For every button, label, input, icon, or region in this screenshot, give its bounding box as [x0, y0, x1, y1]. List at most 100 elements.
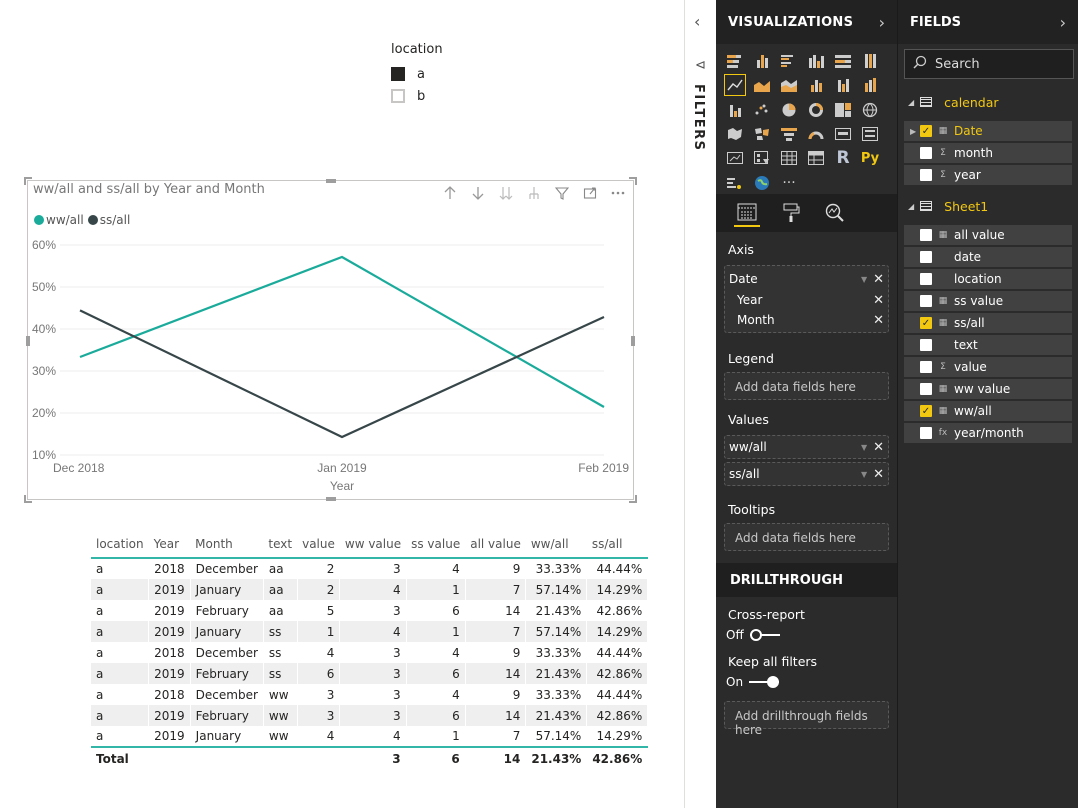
- ribbon-chart-icon[interactable]: [859, 74, 881, 96]
- line-and-clustered-column-chart-icon[interactable]: [832, 74, 854, 96]
- field-item-text[interactable]: text: [904, 335, 1072, 355]
- resize-handle-left[interactable]: [26, 336, 30, 346]
- format-paint-roller-icon[interactable]: [778, 199, 804, 227]
- dropdown-arrow-icon[interactable]: ▼: [861, 275, 867, 284]
- treemap-icon[interactable]: [832, 99, 854, 121]
- cross-report-toggle[interactable]: [749, 629, 780, 641]
- field-item-date[interactable]: date: [904, 247, 1072, 267]
- chevron-right-icon[interactable]: ›: [1060, 13, 1066, 32]
- expand-hierarchy-icon[interactable]: [525, 184, 543, 202]
- field-checkbox[interactable]: [920, 295, 932, 307]
- field-item-ww-value[interactable]: ▦ ww value: [904, 379, 1072, 399]
- drillthrough-well[interactable]: Add drillthrough fields here: [724, 701, 889, 737]
- field-checkbox[interactable]: [920, 427, 932, 439]
- more-visuals-icon[interactable]: ···: [778, 172, 800, 194]
- 100-stacked-column-chart-icon[interactable]: [859, 50, 881, 72]
- python-visual-icon[interactable]: Py: [859, 147, 881, 169]
- slicer-item-a[interactable]: a: [391, 63, 511, 85]
- column-header[interactable]: value: [297, 530, 340, 559]
- column-header[interactable]: text: [263, 530, 298, 559]
- legend-item-ss-all[interactable]: ss/all: [87, 213, 130, 227]
- slicer-checkbox-a[interactable]: [391, 67, 405, 81]
- field-checkbox[interactable]: [920, 273, 932, 285]
- table-node-sheet1[interactable]: ◢ Sheet1: [898, 195, 1078, 217]
- resize-handle-top[interactable]: [326, 179, 336, 183]
- key-influencers-icon[interactable]: [724, 172, 746, 194]
- field-item-month[interactable]: Σmonth: [904, 143, 1072, 163]
- values-field-pill[interactable]: ss/all ▼ ✕: [725, 463, 888, 485]
- multi-row-card-icon[interactable]: [859, 123, 881, 145]
- axis-well[interactable]: Date ▼ ✕ Year ✕ Month ✕: [724, 265, 889, 333]
- dropdown-arrow-icon[interactable]: ▼: [861, 443, 867, 452]
- column-header[interactable]: all value: [465, 530, 526, 559]
- 100-stacked-bar-chart-icon[interactable]: [832, 50, 854, 72]
- table-node-calendar[interactable]: ◢ calendar: [898, 91, 1078, 113]
- remove-field-close-icon[interactable]: ✕: [873, 293, 884, 308]
- resize-handle-bottom-right[interactable]: [629, 495, 637, 503]
- map-icon[interactable]: [859, 99, 881, 121]
- matrix-icon[interactable]: [805, 147, 827, 169]
- expand-all-icon[interactable]: [497, 184, 515, 202]
- funnel-chart-icon[interactable]: [778, 123, 800, 145]
- column-header[interactable]: ww/all: [525, 530, 587, 559]
- remove-field-close-icon[interactable]: ✕: [873, 440, 884, 455]
- field-checkbox[interactable]: ✓: [920, 317, 932, 329]
- line-and-stacked-column-chart-icon[interactable]: [805, 74, 827, 96]
- column-header[interactable]: Year: [148, 530, 191, 559]
- field-checkbox[interactable]: ✓: [920, 125, 932, 137]
- resize-handle-bottom[interactable]: [326, 497, 336, 501]
- more-options-icon[interactable]: [609, 184, 627, 202]
- field-item-value[interactable]: Σvalue: [904, 357, 1072, 377]
- clustered-column-chart-icon[interactable]: [805, 50, 827, 72]
- field-checkbox[interactable]: ✓: [920, 405, 932, 417]
- field-checkbox[interactable]: [920, 169, 932, 181]
- field-item-all-value[interactable]: ▦ all value: [904, 225, 1072, 245]
- collapse-triangle-icon[interactable]: ◢: [908, 98, 914, 107]
- axis-subfield-year[interactable]: Year ✕: [725, 290, 888, 310]
- scatter-chart-icon[interactable]: [751, 99, 773, 121]
- fields-tab-icon[interactable]: [734, 199, 760, 227]
- waterfall-chart-icon[interactable]: [724, 99, 746, 121]
- legend-item-ww-all[interactable]: ww/all: [34, 213, 84, 227]
- pie-chart-icon[interactable]: [778, 99, 800, 121]
- remove-field-close-icon[interactable]: ✕: [873, 272, 884, 287]
- field-checkbox[interactable]: [920, 339, 932, 351]
- resize-handle-top-right[interactable]: [629, 177, 637, 185]
- column-header[interactable]: ss/all: [586, 530, 648, 559]
- stacked-bar-chart-icon[interactable]: [724, 50, 746, 72]
- remove-field-close-icon[interactable]: ✕: [873, 313, 884, 328]
- field-checkbox[interactable]: [920, 251, 932, 263]
- values-field-pill[interactable]: ww/all ▼ ✕: [725, 436, 888, 458]
- drill-down-icon[interactable]: [469, 184, 487, 202]
- field-item-ww-all[interactable]: ✓ ▦ ww/all: [904, 401, 1072, 421]
- keep-all-filters-toggle[interactable]: [749, 676, 780, 688]
- expand-arrow-icon[interactable]: ▶: [910, 127, 920, 136]
- drill-up-icon[interactable]: [441, 184, 459, 202]
- fields-search-input[interactable]: Search: [904, 49, 1074, 79]
- field-item-ss-all[interactable]: ✓ ▦ ss/all: [904, 313, 1072, 333]
- values-well-item-ss-all[interactable]: ss/all ▼ ✕: [724, 462, 889, 486]
- donut-chart-icon[interactable]: [805, 99, 827, 121]
- chevron-right-icon[interactable]: ›: [879, 13, 885, 32]
- field-item-location[interactable]: location: [904, 269, 1072, 289]
- focus-mode-icon[interactable]: [581, 184, 599, 202]
- line-chart-visual[interactable]: 10% 20% 30% 40% 50% 60% Dec 2018 Jan 2019 Feb 20…: [24, 177, 637, 503]
- slicer-icon[interactable]: [751, 147, 773, 169]
- line-chart-icon[interactable]: [724, 74, 746, 97]
- field-item-date[interactable]: ▶ ✓ ▦ Date: [904, 121, 1072, 141]
- analytics-magnifier-icon[interactable]: [822, 199, 848, 227]
- kpi-icon[interactable]: [724, 147, 746, 169]
- filters-collapse-chevron-icon[interactable]: ‹: [694, 12, 700, 31]
- field-checkbox[interactable]: [920, 229, 932, 241]
- column-header[interactable]: location: [91, 530, 149, 559]
- column-header[interactable]: ss value: [406, 530, 466, 559]
- field-checkbox[interactable]: [920, 383, 932, 395]
- tooltips-well[interactable]: Add data fields here: [724, 523, 889, 551]
- resize-handle-right[interactable]: [631, 336, 635, 346]
- shape-map-icon[interactable]: [751, 123, 773, 145]
- field-checkbox[interactable]: [920, 147, 932, 159]
- table-visual[interactable]: location Year Month text value ww value ss val…: [91, 530, 649, 769]
- remove-field-close-icon[interactable]: ✕: [873, 467, 884, 482]
- field-item-year-month[interactable]: fx year/month: [904, 423, 1072, 443]
- axis-field-date[interactable]: Date ▼ ✕: [725, 268, 888, 290]
